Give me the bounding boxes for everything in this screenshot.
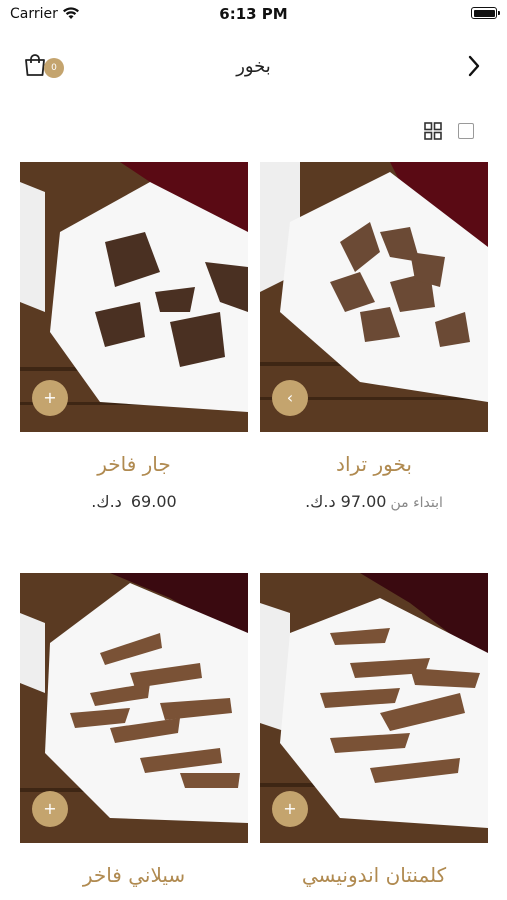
chevron-right-icon[interactable] [467,54,481,78]
product-price: ابتداء من97.00 د.ك. [260,492,488,511]
price-prefix: ابتداء من [390,495,443,511]
add-to-cart-button[interactable]: + [272,791,308,827]
price-value: 97.00 د.ك. [305,492,387,511]
list-view-icon[interactable] [458,123,474,139]
product-image[interactable]: + [20,573,248,843]
product-name: جار فاخر [97,452,171,476]
product-image[interactable]: + [260,573,488,843]
product-image[interactable]: ‹ [260,162,488,432]
nav-bar: 0 بخور [0,42,507,90]
product-name: سيلاني فاخر [82,863,186,887]
battery-icon [471,7,500,19]
add-to-cart-button[interactable]: + [32,791,68,827]
product-options-button[interactable]: ‹ [272,380,308,416]
product-image[interactable]: + [20,162,248,432]
status-bar: Carrier 6:13 PM [0,0,507,28]
product-price: 69.00 د.ك. [20,492,248,511]
product-name: بخور تراد [336,452,412,476]
grid-view-icon[interactable] [424,122,442,140]
add-to-cart-button[interactable]: + [32,380,68,416]
page-title: بخور [236,56,271,77]
price-value: 69.00 د.ك. [91,492,177,511]
product-name: كلمنتان اندونيسي [301,863,447,887]
status-time: 6:13 PM [219,5,288,23]
